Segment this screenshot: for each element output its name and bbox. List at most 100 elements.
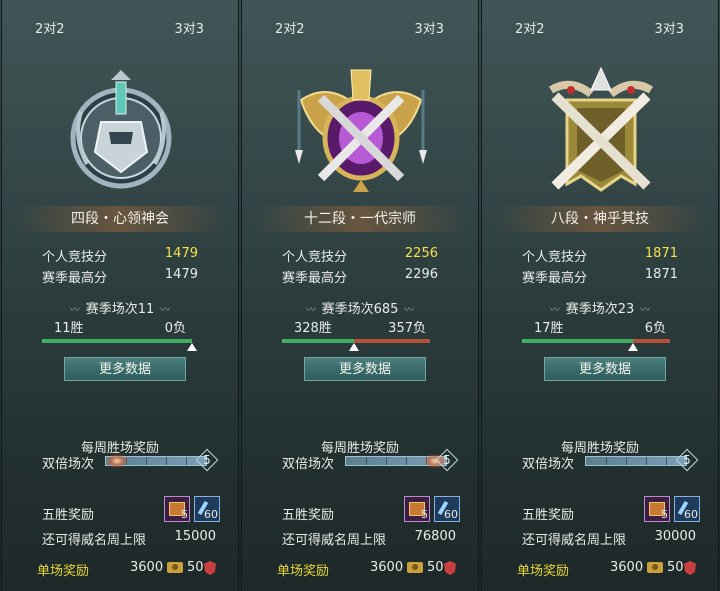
single-match-reward-row: 单场奖励 3600 50: [277, 560, 460, 579]
more-data-button[interactable]: 更多数据: [544, 357, 666, 381]
tab-2v2[interactable]: 2对2: [275, 18, 305, 37]
mode-tabs: 2对2 3对3: [482, 18, 718, 40]
single-gold-value: 3600: [370, 560, 404, 575]
win-ratio-marker-icon: [348, 343, 359, 351]
win-ratio-marker-icon: [627, 343, 638, 351]
ornament-left-icon: 〰: [305, 305, 316, 316]
treasure-chest-icon[interactable]: 5: [164, 496, 190, 522]
personal-score-label: 个人竞技分: [42, 250, 108, 265]
ornament-left-icon: 〰: [549, 305, 560, 316]
bar-divider: [626, 457, 627, 465]
ornament-left-icon: 〰: [69, 305, 80, 316]
mode-tabs: 2对2 3对3: [242, 18, 478, 40]
more-data-button[interactable]: 更多数据: [304, 357, 426, 381]
quill-item-icon[interactable]: 60: [434, 496, 460, 522]
bar-divider: [606, 457, 607, 465]
rank-name: 十二段・一代宗师: [256, 206, 464, 232]
season-best-value: 1871: [644, 267, 678, 282]
item-count: 60: [684, 508, 698, 521]
rank-emblem-icon: [70, 70, 172, 189]
tab-2v2[interactable]: 2对2: [35, 18, 65, 37]
five-win-reward-items: 5 60: [164, 496, 224, 522]
double-count-badge: 5: [437, 450, 457, 470]
rank-panel-3: 2对2 3对3 八段・神乎其技 个人竞技分 1871 赛季最高分 1871 〰赛…: [481, 0, 719, 591]
double-count-text: 5: [203, 453, 211, 467]
double-count-badge: 5: [197, 450, 217, 470]
double-matches-bar: [105, 454, 207, 468]
season-best-label: 赛季最高分: [42, 271, 108, 286]
single-match-reward-row: 单场奖励 3600 50: [37, 560, 220, 579]
personal-score-row: 个人竞技分 2256: [282, 246, 438, 265]
rank-panel-2: 2对2 3对3 十二段・一代宗师 个人竞技分 2256 赛季最高分 2296 〰…: [241, 0, 479, 591]
season-matches: 〰赛季场次11 〰: [2, 298, 238, 317]
rank-name: 四段・心领神会: [16, 206, 224, 232]
bar-divider: [146, 457, 147, 465]
single-match-reward-row: 单场奖励 3600 50: [517, 560, 700, 579]
quill-item-icon[interactable]: 60: [674, 496, 700, 522]
tab-3v3[interactable]: 3对3: [174, 18, 204, 37]
double-matches-label: 双倍场次: [42, 457, 95, 472]
bar-divider: [186, 457, 187, 465]
item-count: 60: [444, 508, 458, 521]
ornament-right-icon: 〰: [160, 305, 171, 316]
treasure-chest-icon[interactable]: 5: [644, 496, 670, 522]
bar-divider: [666, 457, 667, 465]
single-match-reward-label: 单场奖励: [277, 564, 330, 579]
bar-divider: [386, 457, 387, 465]
tab-3v3[interactable]: 3对3: [654, 18, 684, 37]
prestige-cap-label: 还可得威名周上限: [522, 533, 627, 548]
ornament-right-icon: 〰: [640, 305, 651, 316]
personal-score-value: 1871: [644, 246, 678, 261]
losses-count: 0负: [164, 321, 186, 336]
quill-item-icon[interactable]: 60: [194, 496, 220, 522]
gold-coin-icon: [167, 562, 183, 573]
bar-divider: [366, 457, 367, 465]
losses-count: 6负: [644, 321, 666, 336]
double-matches-label: 双倍场次: [282, 457, 335, 472]
honor-badge-icon: [684, 561, 696, 575]
tab-2v2[interactable]: 2对2: [515, 18, 545, 37]
double-count-text: 5: [683, 453, 691, 467]
chest-count: 5: [661, 508, 668, 521]
double-bar-glow: [106, 454, 128, 468]
arena-stats-screen: 2对2 3对3 四段・心领神会 个人竞技分 1479 赛季最高分 1479 〰赛…: [0, 0, 720, 591]
single-honor-value: 50: [427, 560, 444, 575]
five-win-reward-items: 5 60: [404, 496, 464, 522]
wins-count: 328胜: [294, 321, 332, 336]
treasure-chest-icon[interactable]: 5: [404, 496, 430, 522]
win-loss-bar: [522, 339, 670, 351]
win-bar-fill: [282, 339, 354, 343]
prestige-cap-label: 还可得威名周上限: [42, 533, 147, 548]
gold-coin-icon: [647, 562, 663, 573]
double-matches-label: 双倍场次: [522, 457, 575, 472]
five-win-reward-label: 五胜奖励: [282, 508, 335, 523]
single-honor-value: 50: [667, 560, 684, 575]
personal-score-label: 个人竞技分: [522, 250, 588, 265]
win-bar-fill: [522, 339, 633, 343]
season-best-label: 赛季最高分: [522, 271, 588, 286]
losses-count: 357负: [388, 321, 426, 336]
season-best-value: 2296: [404, 267, 438, 282]
season-matches-text: 赛季场次685: [321, 302, 399, 317]
double-count-text: 5: [443, 453, 451, 467]
personal-score-value: 1479: [164, 246, 198, 261]
mode-tabs: 2对2 3对3: [2, 18, 238, 40]
chest-count: 5: [181, 508, 188, 521]
more-data-button[interactable]: 更多数据: [64, 357, 186, 381]
single-match-reward-label: 单场奖励: [517, 564, 570, 579]
single-gold-value: 3600: [130, 560, 164, 575]
double-matches-bar: [345, 454, 447, 468]
personal-score-value: 2256: [404, 246, 438, 261]
rank-name: 八段・神乎其技: [496, 206, 704, 232]
bar-divider: [406, 457, 407, 465]
single-gold-value: 3600: [610, 560, 644, 575]
double-count-badge: 5: [677, 450, 697, 470]
rank-emblem-icon: [295, 69, 427, 192]
single-honor-value: 50: [187, 560, 204, 575]
win-loss-bar: [42, 339, 197, 351]
season-matches-text: 赛季场次11: [85, 302, 155, 317]
double-matches-bar: [585, 456, 687, 466]
prestige-cap-value: 30000: [654, 529, 696, 544]
season-matches: 〰赛季场次685 〰: [242, 298, 478, 317]
tab-3v3[interactable]: 3对3: [414, 18, 444, 37]
